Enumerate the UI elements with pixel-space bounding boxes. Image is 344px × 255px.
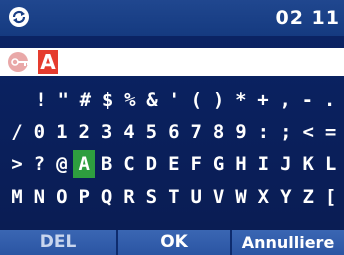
key-char[interactable]: D — [140, 150, 162, 178]
key-char[interactable]: " — [52, 86, 74, 114]
key-char[interactable]: & — [141, 86, 163, 114]
key-char[interactable]: / — [6, 118, 28, 146]
key-char[interactable]: F — [185, 150, 207, 178]
key-char[interactable]: N — [28, 183, 50, 211]
key-char[interactable]: Z — [297, 183, 319, 211]
key-char[interactable]: P — [73, 183, 95, 211]
sync-icon — [9, 7, 29, 27]
key-char[interactable]: H — [230, 150, 252, 178]
key-char[interactable]: ( — [185, 86, 207, 114]
key-char[interactable]: 9 — [230, 118, 252, 146]
key-char[interactable]: 1 — [51, 118, 73, 146]
key-char[interactable]: . — [319, 86, 341, 114]
key-char[interactable]: 7 — [185, 118, 207, 146]
key-char[interactable]: , — [274, 86, 296, 114]
key-char[interactable]: 4 — [118, 118, 140, 146]
key-char[interactable]: S — [140, 183, 162, 211]
key-char[interactable]: = — [320, 118, 342, 146]
key-char[interactable]: Q — [96, 183, 118, 211]
key-char[interactable]: J — [275, 150, 297, 178]
key-char[interactable]: * — [230, 86, 252, 114]
key-char[interactable]: $ — [97, 86, 119, 114]
key-char[interactable]: @ — [51, 150, 73, 178]
del-softkey[interactable]: DEL — [0, 230, 116, 255]
keyboard-row-1: ! " # $% & '() * +, -. — [0, 86, 344, 116]
key-char[interactable]: C — [118, 150, 140, 178]
key-char[interactable]: K — [297, 150, 319, 178]
key-char[interactable]: R — [118, 183, 140, 211]
key-char[interactable]: 2 — [73, 118, 95, 146]
key-char[interactable]: ! — [30, 86, 52, 114]
key-char[interactable]: A — [73, 150, 96, 178]
key-char[interactable]: Y — [275, 183, 297, 211]
key-char[interactable]: U — [185, 183, 207, 211]
key-char[interactable]: O — [51, 183, 73, 211]
key-char[interactable]: X — [252, 183, 274, 211]
key-char[interactable]: + — [252, 86, 274, 114]
keyboard-row-4: M N O P Q R S T U V W X Y Z[ — [0, 183, 344, 213]
text-input[interactable]: A — [0, 48, 344, 76]
key-char[interactable]: 3 — [96, 118, 118, 146]
softkey-bar: DEL OK Annulliere — [0, 230, 344, 255]
key-char[interactable]: > — [6, 150, 28, 178]
key-char[interactable]: B — [96, 150, 118, 178]
key-char[interactable]: L — [320, 150, 342, 178]
key-char[interactable]: - — [296, 86, 318, 114]
key-char[interactable]: ' — [163, 86, 185, 114]
key-char[interactable]: ) — [208, 86, 230, 114]
clock: 02 11 — [275, 7, 340, 29]
key-char[interactable]: M — [6, 183, 28, 211]
keyboard-row-2: /0 1 2 3 4 5 6 7 8 9:; < = — [0, 118, 344, 148]
key-char[interactable]: E — [163, 150, 185, 178]
cancel-softkey[interactable]: Annulliere — [232, 230, 344, 255]
status-bar: 02 11 — [0, 0, 344, 36]
key-char[interactable]: ? — [28, 150, 50, 178]
key-char[interactable]: V — [208, 183, 230, 211]
key-char[interactable]: % — [119, 86, 141, 114]
key-char[interactable]: W — [230, 183, 252, 211]
key-char[interactable]: [ — [320, 183, 342, 211]
key-char[interactable]: < — [297, 118, 319, 146]
key-char[interactable]: 5 — [140, 118, 162, 146]
keyboard-row-3: >? @ A B C D E F G H I J K L — [0, 150, 344, 180]
ok-softkey[interactable]: OK — [118, 230, 230, 255]
key-char[interactable]: # — [74, 86, 96, 114]
key-char[interactable]: I — [252, 150, 274, 178]
key-char[interactable]: : — [252, 118, 274, 146]
key-char[interactable]: 8 — [208, 118, 230, 146]
phone-screen: 02 11 A ! " # $% & '() * +, -. /0 1 2 3 4 5 6 7 8 9:; < = >… — [0, 0, 344, 255]
input-value: A — [38, 50, 58, 74]
key-icon — [8, 52, 29, 72]
key-char[interactable]: G — [208, 150, 230, 178]
key-char[interactable]: 6 — [163, 118, 185, 146]
key-char[interactable]: ; — [275, 118, 297, 146]
key-char[interactable]: T — [163, 183, 185, 211]
key-char[interactable]: 0 — [28, 118, 50, 146]
